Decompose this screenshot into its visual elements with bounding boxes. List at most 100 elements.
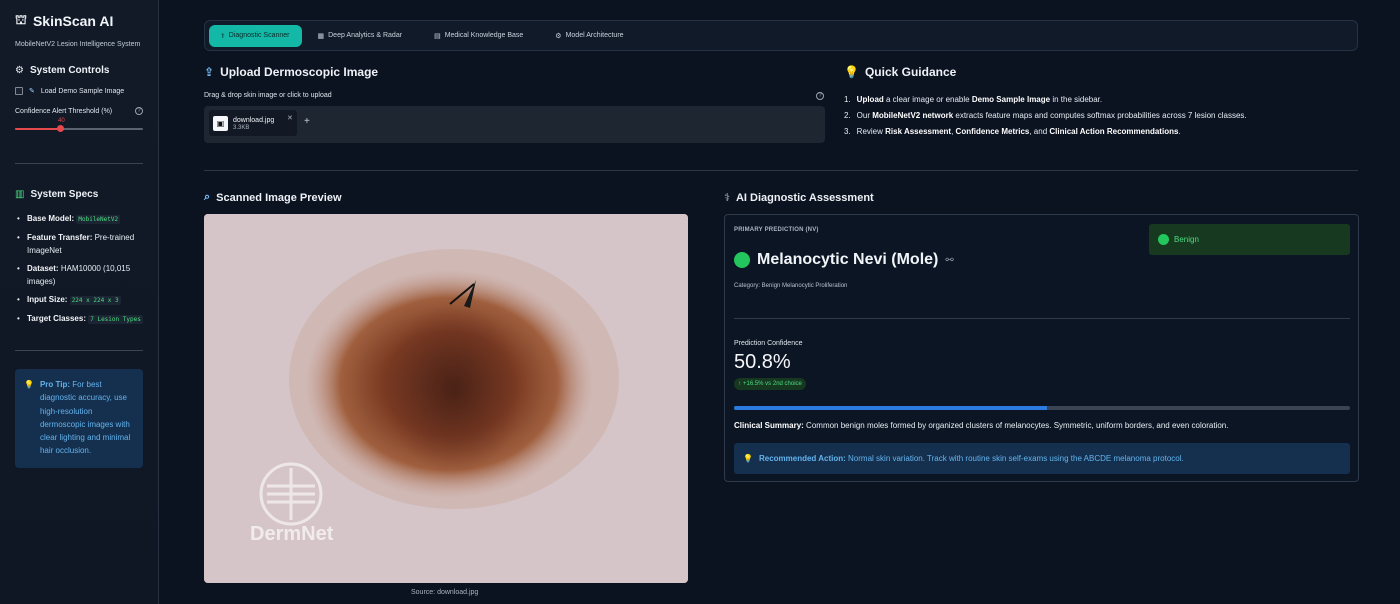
- pro-tip-body: For best diagnostic accuracy, use high-r…: [39, 380, 131, 456]
- threshold-value: 40: [58, 118, 65, 124]
- primary-prediction-label: PRIMARY PREDICTION (NV): [734, 227, 819, 233]
- section-divider: [204, 170, 1358, 171]
- tab-icon: ⚙: [555, 32, 562, 40]
- gear-icon: ⚙: [15, 65, 24, 76]
- risk-badge: Benign: [1149, 224, 1350, 255]
- demo-sample-label: Load Demo Sample Image: [40, 87, 125, 95]
- tab-medical-knowledge-base[interactable]: ▤ Medical Knowledge Base: [418, 25, 539, 47]
- confidence-label: Prediction Confidence: [734, 340, 803, 347]
- spec-value: 7 Lesion Types: [88, 315, 143, 324]
- upload-heading: ⇪ Upload Dermoscopic Image: [204, 65, 378, 79]
- guidance-text: Review Risk Assessment, Confidence Metri…: [856, 127, 1181, 136]
- spec-item: Feature Transfer: Pre-trained ImageNet: [15, 231, 143, 257]
- spec-value: MobileNetV2: [76, 215, 121, 224]
- help-icon[interactable]: ?: [816, 92, 824, 100]
- threshold-label: Confidence Alert Threshold (%): [15, 107, 113, 115]
- demo-sample-checkbox[interactable]: [15, 87, 23, 95]
- tab-deep-analytics-radar[interactable]: ▦ Deep Analytics & Radar: [302, 25, 419, 47]
- clinical-summary-label: Clinical Summary:: [734, 421, 804, 430]
- divider: [15, 163, 143, 164]
- clinical-summary-text: Common benign moles formed by organized …: [806, 421, 1229, 430]
- tab-icon: ▤: [434, 32, 441, 40]
- file-name: download.jpg: [233, 116, 275, 124]
- system-controls-heading: ⚙ System Controls: [15, 65, 143, 76]
- divider: [734, 318, 1350, 319]
- slider-fill: [15, 128, 60, 130]
- spec-key: Target Classes:: [27, 314, 86, 323]
- guidance-item: 2. Our MobileNetV2 network extracts featu…: [844, 108, 1247, 124]
- tab-icon: ▦: [317, 32, 325, 40]
- lesion-image: DermNet: [204, 214, 688, 583]
- spec-item: Base Model: MobileNetV2: [15, 212, 143, 226]
- green-circle-icon: [734, 252, 750, 268]
- guidance-number: 3.: [844, 127, 851, 136]
- syringe-icon: ✎: [29, 88, 35, 95]
- confidence-delta: ↑ +16.5% vs 2nd choice: [734, 378, 806, 390]
- demo-sample-toggle[interactable]: ✎ Load Demo Sample Image: [15, 87, 143, 95]
- image-caption: Source: download.jpg: [411, 589, 479, 596]
- threshold-slider[interactable]: [15, 125, 143, 133]
- clinical-summary: Clinical Summary: Common benign moles fo…: [734, 421, 1228, 430]
- guidance-number: 2.: [844, 111, 851, 120]
- tab-bar: ⚕ Diagnostic Scanner ▦ Deep Analytics & Rad…: [204, 20, 1358, 51]
- file-icon: ▣: [213, 115, 228, 131]
- file-dropzone[interactable]: ▣ download.jpg 3.3KB ✕ +: [204, 106, 825, 143]
- help-icon[interactable]: ?: [135, 107, 143, 115]
- brand-title: SkinScan AI: [32, 13, 114, 29]
- remove-file-icon[interactable]: ✕: [287, 114, 293, 122]
- guidance-title: Quick Guidance: [864, 65, 957, 79]
- spec-item: Target Classes: 7 Lesion Types: [15, 312, 143, 326]
- diagnosis-heading: ⚕ AI Diagnostic Assessment: [724, 191, 874, 205]
- spec-key: Base Model:: [27, 214, 75, 223]
- microscope-icon: ⛫: [15, 12, 27, 27]
- spec-key: Input Size:: [27, 295, 68, 304]
- tab-label: Deep Analytics & Radar: [328, 32, 403, 39]
- spec-item: Input Size: 224 x 224 x 3: [15, 293, 143, 307]
- diagnosis-title: AI Diagnostic Assessment: [735, 191, 874, 204]
- add-file-icon[interactable]: +: [304, 116, 310, 127]
- main-content: ⚕ Diagnostic Scanner ▦ Deep Analytics & Rad…: [159, 0, 1400, 604]
- guidance-item: 3. Review Risk Assessment, Confidence Met…: [844, 124, 1247, 140]
- guidance-item: 1. Upload a clear image or enable Demo Sa…: [844, 92, 1247, 108]
- risk-badge-label: Benign: [1174, 235, 1199, 244]
- divider: [15, 350, 143, 351]
- uploaded-file-chip: ▣ download.jpg 3.3KB: [209, 110, 297, 136]
- threshold-label-row: Confidence Alert Threshold (%) ?: [15, 107, 143, 115]
- slider-handle[interactable]: [57, 125, 65, 132]
- confidence-bar-fill: [734, 406, 1047, 410]
- lightbulb-icon: 💡: [743, 454, 753, 463]
- upload-title: Upload Dermoscopic Image: [220, 65, 379, 79]
- tab-label: Diagnostic Scanner: [228, 32, 290, 39]
- tab-label: Model Architecture: [565, 32, 624, 39]
- stethoscope-icon: ⚕: [724, 192, 730, 204]
- diagnosis-card: PRIMARY PREDICTION (NV) Benign Melanocyt…: [724, 214, 1359, 482]
- guidance-heading: 💡 Quick Guidance: [844, 65, 956, 79]
- sidebar: ⛫ SkinScan AI MobileNetV2 Lesion Intelli…: [0, 0, 159, 604]
- prediction-name: Melanocytic Nevi (Mole): [757, 251, 939, 268]
- recommended-action-label: Recommended Action:: [758, 454, 846, 463]
- scanned-image: DermNet: [204, 214, 688, 583]
- tab-model-architecture[interactable]: ⚙ Model Architecture: [539, 25, 639, 47]
- confidence-value: 50.8%: [734, 351, 791, 373]
- arrow-up-icon: ↑: [738, 381, 741, 387]
- guidance-text: Our MobileNetV2 network extracts feature…: [856, 111, 1247, 120]
- file-size: 3.3KB: [233, 124, 250, 131]
- preview-title: Scanned Image Preview: [216, 191, 342, 204]
- spec-key: Dataset:: [27, 264, 59, 273]
- brand: ⛫ SkinScan AI: [15, 12, 143, 30]
- pro-tip-text: Pro Tip: For best diagnostic accuracy, u…: [40, 378, 134, 458]
- status-dot-icon: [1158, 234, 1169, 245]
- link-icon[interactable]: ⚯: [945, 255, 953, 266]
- system-specs-title: System Specs: [30, 189, 99, 200]
- recommended-action-text: Normal skin variation. Track with routin…: [848, 454, 1184, 463]
- tab-diagnostic-scanner[interactable]: ⚕ Diagnostic Scanner: [209, 24, 302, 47]
- tab-icon: ⚕: [221, 32, 225, 40]
- watermark: DermNet: [250, 523, 334, 545]
- recommended-action: 💡 Recommended Action: Normal skin variat…: [734, 443, 1350, 474]
- system-controls-title: System Controls: [29, 65, 110, 76]
- upload-label: Drag & drop skin image or click to uploa…: [204, 92, 332, 99]
- guidance-number: 1.: [844, 95, 851, 104]
- pro-tip: 💡 Pro Tip: For best diagnostic accuracy,…: [15, 369, 143, 468]
- chart-icon: ▥: [15, 189, 25, 200]
- spec-key: Feature Transfer:: [27, 233, 93, 242]
